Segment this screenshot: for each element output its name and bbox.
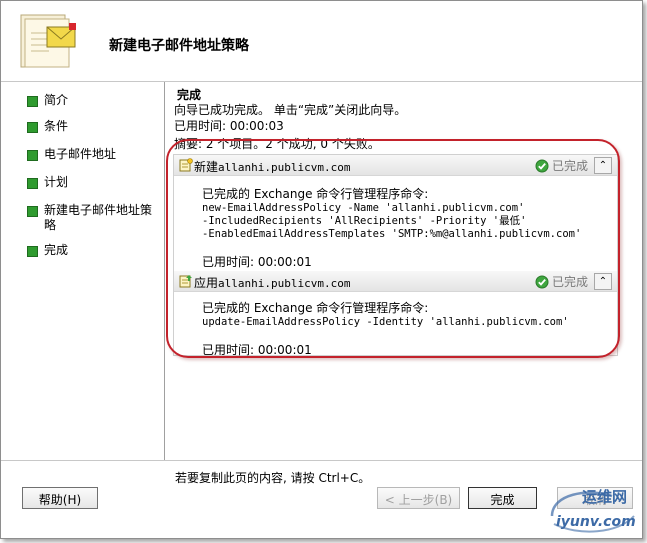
step-bullet-icon bbox=[27, 96, 38, 107]
collapse-button[interactable]: ⌃ bbox=[594, 157, 612, 174]
summary-text: 摘要: 2 个项目。2 个成功, 0 个失败。 bbox=[174, 137, 380, 151]
command-line: new-EmailAddressPolicy -Name 'allanhi.pu… bbox=[202, 202, 525, 214]
step-label: 条件 bbox=[44, 119, 69, 133]
step-completion[interactable]: 完成 bbox=[27, 243, 162, 258]
task-status: 已完成 bbox=[535, 157, 588, 174]
step-label: 完成 bbox=[44, 243, 69, 257]
task-status: 已完成 bbox=[535, 273, 588, 290]
task-results-list: 新建allanhi.publicvm.com 已完成 ⌃ 已完成的 Exchan… bbox=[173, 154, 618, 358]
command-line: -IncludedRecipients 'AllRecipients' -Pri… bbox=[202, 215, 527, 227]
task-title: 应用allanhi.publicvm.com bbox=[194, 276, 351, 290]
completion-panel: 完成 向导已成功完成。 单击“完成”关闭此向导。 已用时间: 00:00:03 … bbox=[165, 82, 642, 460]
collapse-button[interactable]: ⌃ bbox=[594, 273, 612, 290]
command-heading: 已完成的 Exchange 命令行管理程序命令: bbox=[202, 301, 429, 315]
help-button[interactable]: 帮助(H) bbox=[22, 487, 98, 509]
back-button[interactable]: < 上一步(B) bbox=[377, 487, 460, 509]
task-elapsed: 已用时间: 00:00:01 bbox=[202, 255, 312, 269]
step-label: 简介 bbox=[44, 93, 69, 107]
elapsed-total: 已用时间: 00:00:03 bbox=[174, 119, 284, 133]
step-intro[interactable]: 简介 bbox=[27, 93, 162, 108]
step-label: 电子邮件地址 bbox=[44, 147, 117, 161]
step-label: 计划 bbox=[44, 175, 69, 189]
task-body-apply: 已完成的 Exchange 命令行管理程序命令: update-EmailAdd… bbox=[202, 299, 569, 358]
wizard-title: 新建电子邮件地址策略 bbox=[109, 38, 249, 54]
task-header-new: 新建allanhi.publicvm.com 已完成 ⌃ bbox=[174, 155, 617, 176]
task-title: 新建allanhi.publicvm.com bbox=[194, 160, 351, 174]
task-elapsed: 已用时间: 00:00:01 bbox=[202, 343, 312, 357]
step-label: 新建电子邮件地址策略 bbox=[44, 203, 153, 232]
command-line: update-EmailAddressPolicy -Identity 'all… bbox=[202, 316, 569, 328]
wizard-window: 新建电子邮件地址策略 简介 条件 电子邮件地址 计划 新建电子邮件地址策略 完成 bbox=[0, 0, 643, 539]
status-text: 向导已成功完成。 单击“完成”关闭此向导。 bbox=[174, 103, 407, 117]
step-bullet-icon bbox=[27, 206, 38, 217]
step-bullet-icon bbox=[27, 246, 38, 257]
apply-policy-icon bbox=[179, 275, 192, 288]
step-schedule[interactable]: 计划 bbox=[27, 175, 162, 190]
success-check-icon bbox=[535, 159, 549, 172]
copy-hint: 若要复制此页的内容, 请按 Ctrl+C。 bbox=[175, 471, 371, 485]
finish-button[interactable]: 完成 bbox=[468, 487, 537, 509]
command-line: -EnabledEmailAddressTemplates 'SMTP:%m@a… bbox=[202, 228, 582, 240]
step-bullet-icon bbox=[27, 150, 38, 161]
step-new-policy[interactable]: 新建电子邮件地址策略 bbox=[27, 203, 162, 233]
new-policy-icon bbox=[179, 158, 193, 172]
cancel-button[interactable]: 取消 bbox=[557, 487, 633, 509]
wizard-header: 新建电子邮件地址策略 bbox=[1, 1, 642, 82]
step-conditions[interactable]: 条件 bbox=[27, 119, 162, 134]
task-body-new: 已完成的 Exchange 命令行管理程序命令: new-EmailAddres… bbox=[202, 185, 581, 270]
success-check-icon bbox=[535, 275, 549, 288]
task-header-apply: 应用allanhi.publicvm.com 已完成 ⌃ bbox=[174, 271, 617, 292]
step-email-addresses[interactable]: 电子邮件地址 bbox=[27, 147, 162, 162]
wizard-scroll-icon bbox=[20, 14, 76, 68]
step-bullet-icon bbox=[27, 122, 38, 133]
step-bullet-icon bbox=[27, 178, 38, 189]
wizard-step-list: 简介 条件 电子邮件地址 计划 新建电子邮件地址策略 完成 bbox=[1, 82, 163, 460]
footer-divider bbox=[1, 460, 642, 461]
command-heading: 已完成的 Exchange 命令行管理程序命令: bbox=[202, 187, 429, 201]
